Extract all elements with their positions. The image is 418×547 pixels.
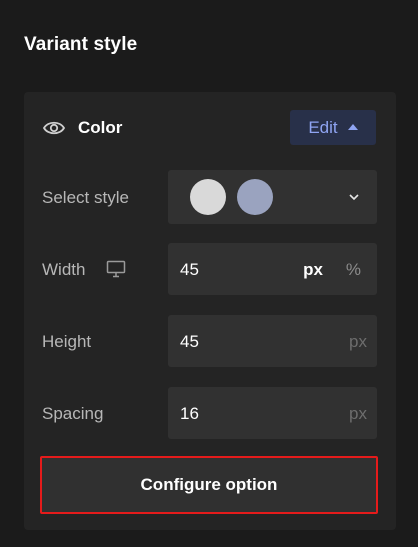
- height-input[interactable]: 45 px: [168, 315, 377, 367]
- chevron-down-icon: [349, 194, 359, 201]
- spacing-unit: px: [349, 404, 367, 423]
- swatch-blue-gray[interactable]: [237, 179, 273, 215]
- swatch-light-gray[interactable]: [190, 179, 226, 215]
- desktop-icon[interactable]: [106, 260, 126, 278]
- width-input[interactable]: 45 px %: [168, 243, 377, 295]
- edit-label: Edit: [308, 117, 338, 137]
- width-unit-px[interactable]: px: [303, 260, 323, 280]
- eye-icon[interactable]: [42, 119, 66, 137]
- spacing-value: 16: [180, 404, 199, 423]
- spacing-label: Spacing: [42, 404, 104, 423]
- color-label: Color: [78, 118, 123, 137]
- edit-button[interactable]: Edit: [290, 110, 376, 145]
- select-style-dropdown[interactable]: [168, 170, 377, 224]
- variant-style-panel: Color Edit Select style Width 45 px % He…: [24, 92, 396, 530]
- color-row: Color Edit: [24, 110, 396, 146]
- height-value: 45: [180, 332, 199, 351]
- section-title: Variant style: [24, 34, 138, 55]
- width-unit-percent[interactable]: %: [346, 260, 361, 280]
- configure-option-button[interactable]: Configure option: [40, 456, 378, 514]
- width-label: Width: [42, 260, 86, 279]
- caret-up-icon: [347, 123, 358, 130]
- select-style-label: Select style: [42, 188, 129, 207]
- width-label-group: Width: [24, 260, 144, 280]
- width-value: 45: [180, 260, 199, 279]
- spacing-input[interactable]: 16 px: [168, 387, 377, 439]
- height-label: Height: [42, 332, 92, 351]
- height-unit: px: [349, 332, 367, 351]
